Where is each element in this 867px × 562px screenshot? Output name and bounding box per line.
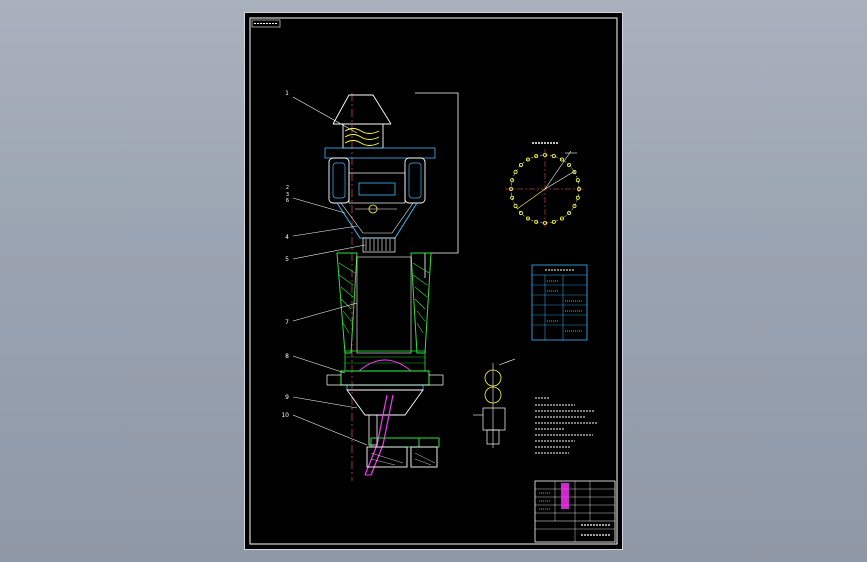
part-number-labels: 1 2 3 4 5 6 7 8 9 10 [281, 90, 289, 419]
sheet-border [249, 17, 618, 545]
bolt-hole [513, 169, 518, 174]
title-block-mark [561, 483, 569, 509]
part-number-4: 4 [285, 234, 289, 241]
cad-viewport[interactable]: 1 2 3 4 5 6 7 8 9 10 [0, 0, 867, 562]
part-number-10: 10 [281, 412, 289, 419]
head-body [348, 172, 406, 204]
part-number-8: 8 [285, 353, 289, 360]
chimney-cap [332, 94, 392, 125]
bolt-hole [513, 203, 518, 208]
part-number-7: 7 [285, 319, 289, 326]
bolt-hole [518, 211, 523, 216]
right-cyclone [404, 157, 426, 204]
part-number-2: 2 [286, 185, 289, 191]
part-number-1: 1 [285, 90, 289, 97]
casing-outline [415, 92, 459, 278]
drive-shaft [368, 414, 378, 446]
part-number-5: 5 [285, 256, 289, 263]
title-block [534, 480, 616, 543]
drawing-sheet[interactable]: 1 2 3 4 5 6 7 8 9 10 [245, 13, 622, 549]
section-detail-view [473, 358, 516, 448]
impeller [362, 237, 396, 253]
left-cyclone [328, 157, 350, 204]
main-assembly-view [292, 92, 459, 481]
technical-notes [535, 397, 597, 454]
parameter-table [531, 264, 588, 341]
bolt-hole [518, 162, 523, 167]
hole-pattern-view [505, 142, 585, 229]
assembly-drawing[interactable]: 1 2 3 4 5 6 7 8 9 10 [245, 13, 622, 549]
bolt-hole [575, 195, 580, 200]
head-flange [324, 147, 436, 159]
bolt-hole [551, 219, 556, 224]
bolt-hole [575, 178, 580, 183]
part-number-9: 9 [285, 394, 289, 401]
part-number-6: 6 [286, 198, 289, 204]
grinding-chamber [326, 252, 444, 391]
bolt-hole [551, 154, 556, 159]
